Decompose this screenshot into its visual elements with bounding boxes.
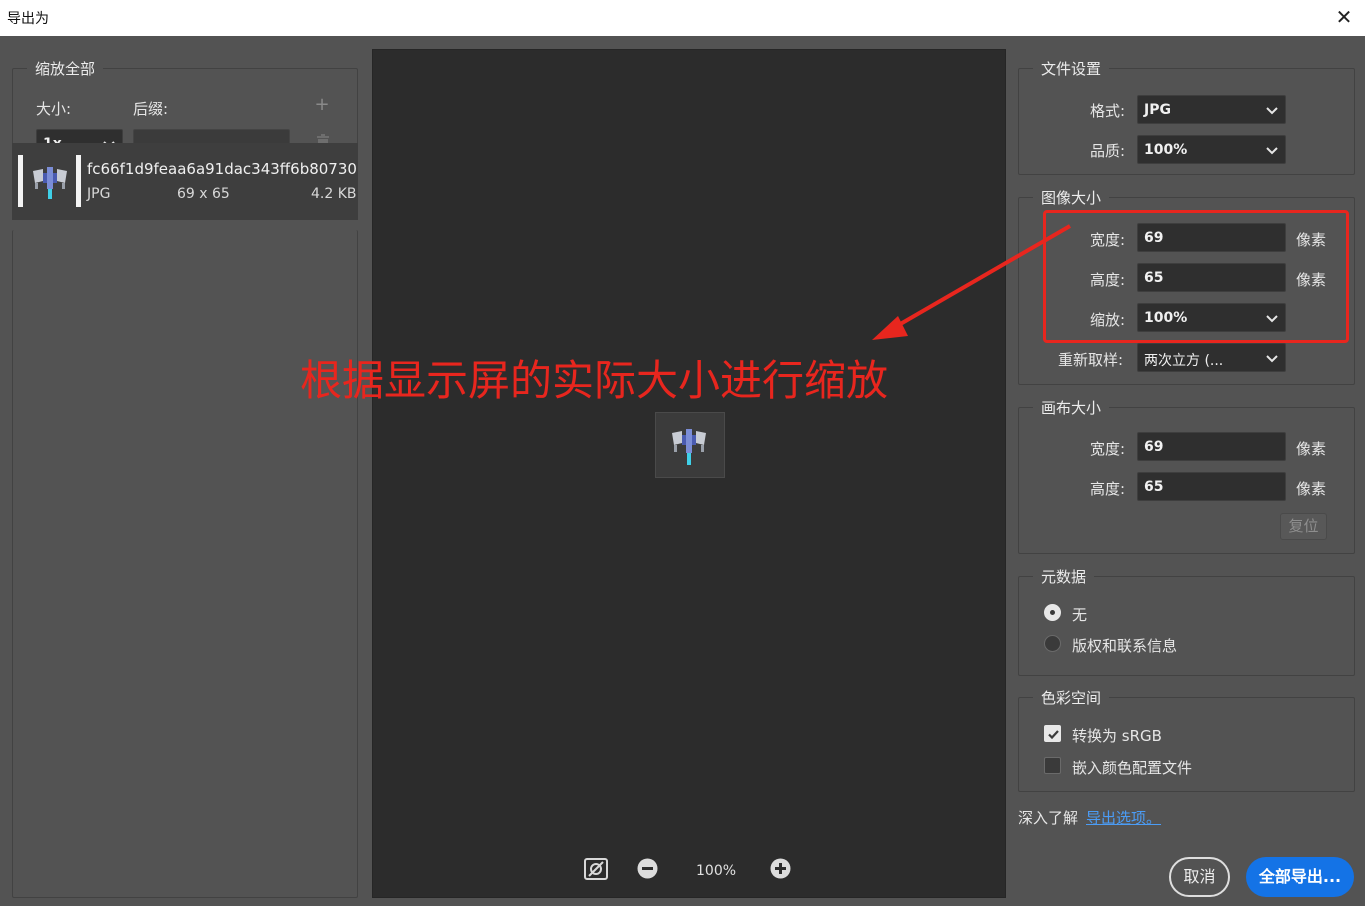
size-label: 大小: — [36, 100, 72, 118]
resample-label: 重新取样: — [1058, 351, 1124, 369]
file-dimensions: 69 x 65 — [177, 186, 230, 202]
canvas-width-label: 宽度: — [1090, 440, 1126, 458]
spaceship-preview-icon — [672, 429, 706, 465]
window-title: 导出为 — [7, 11, 49, 27]
export-options-link[interactable]: 导出选项。 — [1086, 807, 1161, 828]
chevron-down-icon — [1266, 147, 1278, 155]
file-thumbnail — [18, 155, 81, 207]
plus-icon[interactable]: + — [312, 94, 332, 115]
metadata-copyright-label[interactable]: 版权和联系信息 — [1072, 635, 1177, 656]
canvas-height-unit: 像素 — [1296, 480, 1327, 498]
image-size-title: 图像大小 — [1033, 187, 1110, 208]
canvas-width-input[interactable]: 69 — [1137, 432, 1286, 461]
resample-select-value: 两次立方 (... — [1144, 353, 1224, 369]
learn-more-text: 深入了解 — [1018, 809, 1079, 827]
format-select-value: JPG — [1144, 102, 1171, 118]
canvas-width-unit: 像素 — [1296, 440, 1327, 458]
file-settings-title: 文件设置 — [1033, 58, 1110, 79]
zoom-level: 100% — [696, 863, 737, 879]
fit-to-screen-icon[interactable] — [584, 858, 608, 880]
file-format: JPG — [87, 186, 111, 202]
resample-select[interactable]: 两次立方 (... — [1137, 343, 1286, 372]
convert-srgb-checkbox[interactable] — [1044, 725, 1061, 742]
scale-all-title: 缩放全部 — [27, 58, 104, 79]
embed-profile-label[interactable]: 嵌入颜色配置文件 — [1072, 757, 1192, 778]
annotation-highlight-box — [1043, 210, 1349, 343]
metadata-none-label[interactable]: 无 — [1072, 604, 1087, 625]
preview-image — [655, 412, 725, 478]
cancel-button[interactable]: 取消 — [1169, 857, 1230, 897]
file-name: fc66f1d9feaa6a91dac343ff6b80730 — [87, 160, 357, 178]
color-space-title: 色彩空间 — [1033, 687, 1110, 708]
canvas-height-label: 高度: — [1090, 480, 1126, 498]
canvas-height-input[interactable]: 65 — [1137, 472, 1286, 501]
reset-button[interactable]: 复位 — [1280, 513, 1327, 540]
left-panel-frame — [12, 230, 358, 898]
close-icon[interactable]: ✕ — [1331, 4, 1357, 30]
convert-srgb-label[interactable]: 转换为 sRGB — [1072, 725, 1162, 746]
canvas-size-title: 画布大小 — [1033, 397, 1110, 418]
zoom-in-icon[interactable] — [770, 858, 791, 879]
metadata-section: 元数据 — [1018, 566, 1355, 676]
quality-select[interactable]: 100% — [1137, 135, 1286, 164]
file-list-item[interactable]: fc66f1d9feaa6a91dac343ff6b80730 JPG 69 x… — [12, 143, 358, 220]
file-size: 4.2 KB — [311, 186, 357, 202]
zoom-out-icon[interactable] — [637, 858, 658, 879]
checkmark-icon — [1048, 730, 1059, 740]
format-select[interactable]: JPG — [1137, 95, 1286, 124]
canvas-height-value: 65 — [1144, 479, 1164, 495]
embed-profile-checkbox[interactable] — [1044, 757, 1061, 774]
metadata-title: 元数据 — [1033, 566, 1095, 587]
preview-canvas[interactable]: 100% — [372, 49, 1006, 898]
quality-label: 品质: — [1090, 142, 1126, 160]
quality-select-value: 100% — [1144, 142, 1188, 158]
chevron-down-icon — [1266, 355, 1278, 363]
title-bar: 导出为 ✕ — [0, 0, 1365, 36]
suffix-label: 后缀: — [133, 100, 169, 118]
metadata-copyright-radio[interactable] — [1044, 635, 1061, 652]
export-all-button[interactable]: 全部导出... — [1246, 857, 1354, 897]
format-label: 格式: — [1090, 102, 1126, 120]
annotation-text: 根据显示屏的实际大小进行缩放 — [300, 356, 889, 405]
canvas-width-value: 69 — [1144, 439, 1164, 455]
chevron-down-icon — [1266, 107, 1278, 115]
annotation-arrow-icon — [872, 224, 1072, 340]
spaceship-thumbnail-icon — [33, 167, 67, 199]
metadata-none-radio[interactable] — [1044, 604, 1061, 621]
